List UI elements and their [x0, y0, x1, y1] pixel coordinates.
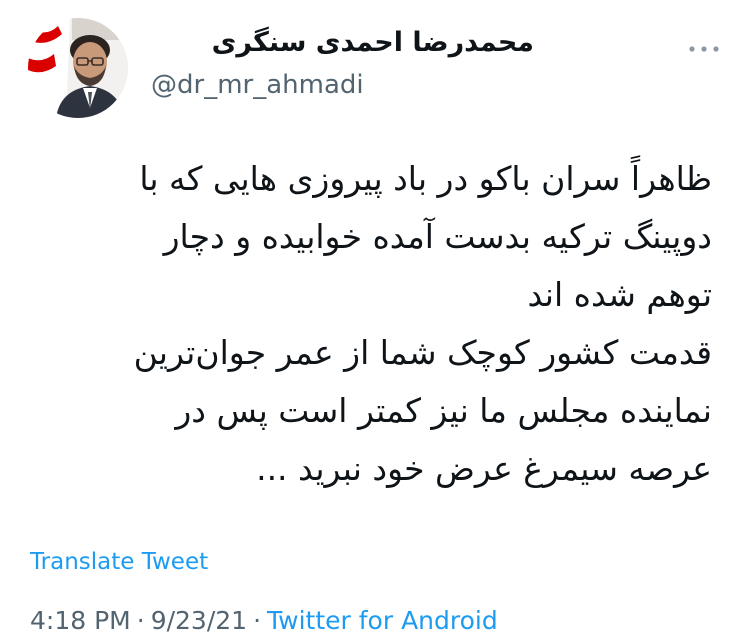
tweet-date[interactable]: 9/23/21 — [151, 606, 247, 635]
separator: · — [253, 606, 262, 635]
profile-photo-icon — [28, 18, 128, 118]
author-handle[interactable]: @dr_mr_ahmadi — [151, 70, 364, 100]
tweet-text: ظاهراً سران باکو در باد پیروزی هایی که ب… — [22, 150, 712, 498]
author-display-name[interactable]: محمدرضا احمدی سنگری — [212, 27, 534, 58]
tweet-text-line: قدمت کشور کوچک شما از عمر جوان‌ترین — [133, 333, 712, 372]
more-horizontal-icon[interactable] — [686, 40, 722, 52]
tweet-text-line: عرصه سیمرغ عرض خود نبرید ... — [256, 449, 712, 488]
tweet-time[interactable]: 4:18 PM — [30, 606, 131, 635]
translate-tweet-link[interactable]: Translate Tweet — [30, 549, 208, 575]
tweet-source-link[interactable]: Twitter for Android — [267, 606, 498, 635]
tweet-text-line: دوپینگ ترکیه بدست آمده خوابیده و دچار — [163, 217, 712, 256]
tweet-metadata: 4:18 PM · 9/23/21 · Twitter for Android — [30, 606, 498, 635]
separator: · — [136, 606, 145, 635]
tweet-text-line: نماینده مجلس ما نیز کمتر است پس در — [175, 391, 712, 430]
tweet-text-line: ظاهراً سران باکو در باد پیروزی هایی که ب… — [139, 159, 712, 198]
tweet-text-line: توهم شده اند — [527, 275, 712, 314]
avatar[interactable] — [28, 18, 128, 118]
